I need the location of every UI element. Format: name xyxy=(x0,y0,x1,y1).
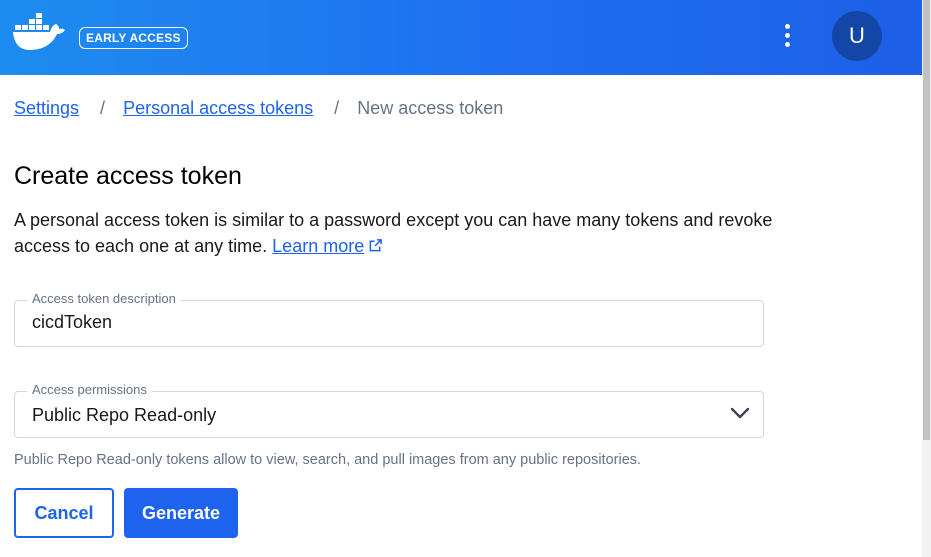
learn-more-label: Learn more xyxy=(272,236,365,256)
docker-whale-icon[interactable] xyxy=(13,13,65,53)
learn-more-link[interactable]: Learn more xyxy=(272,236,383,256)
external-link-icon xyxy=(369,239,383,252)
top-app-bar: EARLY ACCESS U xyxy=(0,0,922,75)
breadcrumb-separator: / xyxy=(334,98,340,118)
scrollbar-thumb[interactable] xyxy=(923,0,930,440)
access-permissions-value[interactable]: Public Repo Read-only xyxy=(32,405,216,426)
page-title: Create access token xyxy=(14,162,242,190)
breadcrumb-personal-access-tokens-link[interactable]: Personal access tokens xyxy=(123,98,313,118)
early-access-badge: EARLY ACCESS xyxy=(79,27,188,49)
kebab-menu-icon[interactable] xyxy=(776,22,798,50)
token-description-input[interactable] xyxy=(32,312,732,333)
token-description-field[interactable]: Access token description xyxy=(14,291,764,347)
token-description-label: Access token description xyxy=(27,291,181,306)
breadcrumb-settings-link[interactable]: Settings xyxy=(14,98,79,118)
breadcrumb-separator: / xyxy=(100,98,106,118)
user-avatar[interactable]: U xyxy=(832,11,882,61)
chevron-down-icon[interactable] xyxy=(730,406,750,420)
breadcrumb-current: New access token xyxy=(357,98,504,118)
permissions-helper-text: Public Repo Read-only tokens allow to vi… xyxy=(14,452,642,468)
cancel-button[interactable]: Cancel xyxy=(14,488,114,538)
page-scrollbar[interactable] xyxy=(922,0,931,557)
breadcrumb: Settings / Personal access tokens / New acce… xyxy=(14,98,503,118)
access-permissions-select[interactable]: Access permissions Public Repo Read-only xyxy=(14,382,764,438)
access-permissions-label: Access permissions xyxy=(27,382,152,397)
page-description: A personal access token is similar to a … xyxy=(14,207,774,259)
generate-button[interactable]: Generate xyxy=(124,488,238,538)
description-text: A personal access token is similar to a … xyxy=(14,210,773,256)
